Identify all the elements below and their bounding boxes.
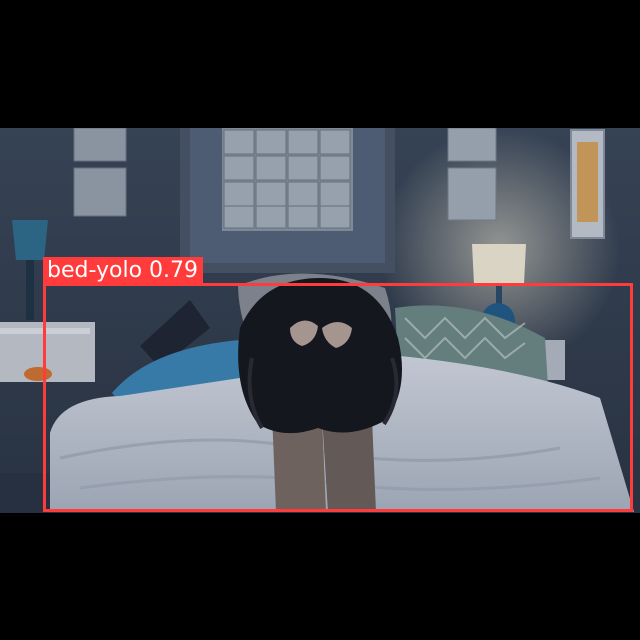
bed-detection-box: [43, 283, 633, 512]
bed-detection-label: bed-yolo 0.79: [43, 257, 204, 284]
